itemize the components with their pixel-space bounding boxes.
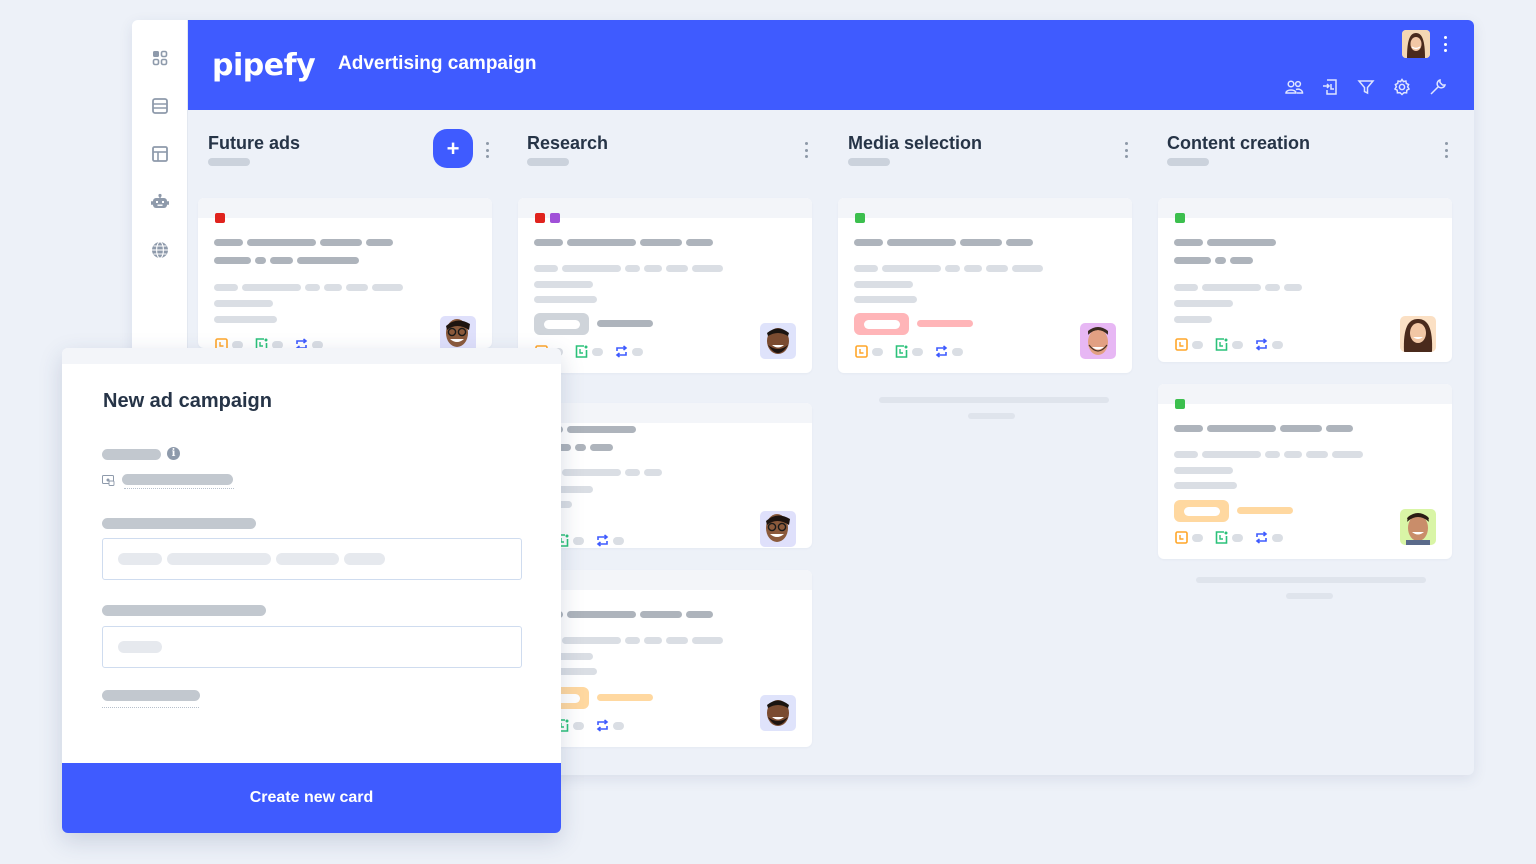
pipe-header: pipefy Advertising campaign — [188, 20, 1474, 110]
assignee-avatar[interactable] — [760, 323, 796, 359]
load-more-placeholder — [968, 413, 1015, 419]
due-date-icon — [1175, 338, 1188, 351]
recurring-icon — [1255, 338, 1268, 351]
more-options-icon[interactable] — [1440, 34, 1450, 54]
load-more-placeholder — [879, 397, 1109, 403]
attachment-link-placeholder[interactable] — [122, 474, 233, 485]
assignee-avatar[interactable] — [1400, 316, 1436, 352]
field-label-placeholder — [102, 449, 161, 460]
info-icon[interactable]: i — [167, 447, 180, 460]
field-badge — [1174, 500, 1229, 522]
label-green — [855, 213, 865, 223]
field-label-placeholder — [102, 518, 256, 529]
campaign-name-input[interactable] — [102, 538, 522, 580]
phase-title: Future ads — [208, 133, 301, 153]
settings-icon[interactable] — [1392, 77, 1412, 97]
recurring-icon — [596, 534, 609, 547]
phase-card-count — [848, 158, 890, 166]
modal-title: New ad campaign — [103, 390, 272, 412]
phase-options-icon[interactable] — [484, 142, 490, 158]
field-badge — [854, 313, 909, 335]
import-icon[interactable] — [1320, 77, 1340, 97]
pipe-title: Advertising campaign — [338, 53, 537, 74]
sla-icon — [575, 345, 588, 358]
phase-column: Content creation — [1148, 110, 1458, 775]
assignee-avatar[interactable] — [440, 316, 476, 348]
load-more-placeholder — [1286, 593, 1333, 599]
add-card-button[interactable]: + — [433, 129, 473, 168]
due-date-icon — [1175, 531, 1188, 544]
recurring-icon — [615, 345, 628, 358]
header-toolbar — [1284, 77, 1448, 97]
pipe-card[interactable] — [198, 198, 492, 348]
sla-icon — [1215, 338, 1228, 351]
recurring-icon — [295, 338, 308, 348]
phase-card-count — [527, 158, 569, 166]
members-icon[interactable] — [1284, 77, 1304, 97]
apps-grid-icon[interactable] — [148, 46, 172, 70]
due-date-icon — [855, 345, 868, 358]
load-more-placeholder — [1196, 577, 1426, 583]
phase-column: Media selection — [828, 110, 1138, 775]
optional-field-link-placeholder[interactable] — [102, 690, 200, 701]
assignee-avatar[interactable] — [1400, 509, 1436, 545]
globe-icon[interactable] — [148, 238, 172, 262]
image-upload-icon[interactable] — [102, 473, 115, 486]
label-green — [1175, 399, 1185, 409]
assignee-avatar[interactable] — [760, 695, 796, 731]
pipe-card[interactable] — [838, 198, 1132, 373]
phase-options-icon[interactable] — [1443, 142, 1449, 158]
recurring-icon — [1255, 531, 1268, 544]
automation-robot-icon[interactable] — [148, 190, 172, 214]
phase-title: Research — [527, 133, 609, 153]
field-label-placeholder — [102, 605, 266, 616]
pipe-card[interactable] — [1158, 198, 1452, 362]
label-red — [215, 213, 225, 223]
phase-options-icon[interactable] — [1123, 142, 1129, 158]
new-card-modal: New ad campaign i Create new card — [62, 348, 561, 833]
user-avatar[interactable] — [1402, 30, 1430, 58]
sla-icon — [255, 338, 268, 348]
assignee-avatar[interactable] — [1080, 323, 1116, 359]
pipe-card[interactable] — [518, 198, 812, 373]
recurring-icon — [596, 719, 609, 732]
filter-icon[interactable] — [1356, 77, 1376, 97]
wrench-icon[interactable] — [1428, 77, 1448, 97]
assignee-avatar[interactable] — [760, 511, 796, 547]
pipe-card[interactable] — [518, 403, 812, 548]
due-date-icon — [215, 338, 228, 348]
phase-options-icon[interactable] — [803, 142, 809, 158]
pipe-card[interactable] — [518, 570, 812, 747]
phase-card-count — [208, 158, 250, 166]
label-red — [535, 213, 545, 223]
pipefy-logo[interactable]: pipefy — [212, 48, 316, 83]
create-new-card-button[interactable]: Create new card — [62, 763, 561, 833]
sla-icon — [1215, 531, 1228, 544]
label-green — [1175, 213, 1185, 223]
recurring-icon — [935, 345, 948, 358]
database-icon[interactable] — [148, 94, 172, 118]
layout-icon[interactable] — [148, 142, 172, 166]
field-badge — [534, 313, 589, 335]
campaign-detail-input[interactable] — [102, 626, 522, 668]
phase-title: Content creation — [1167, 133, 1311, 153]
phase-title: Media selection — [848, 133, 983, 153]
sla-icon — [895, 345, 908, 358]
phase-card-count — [1167, 158, 1209, 166]
pipe-card[interactable] — [1158, 384, 1452, 559]
label-purple — [550, 213, 560, 223]
